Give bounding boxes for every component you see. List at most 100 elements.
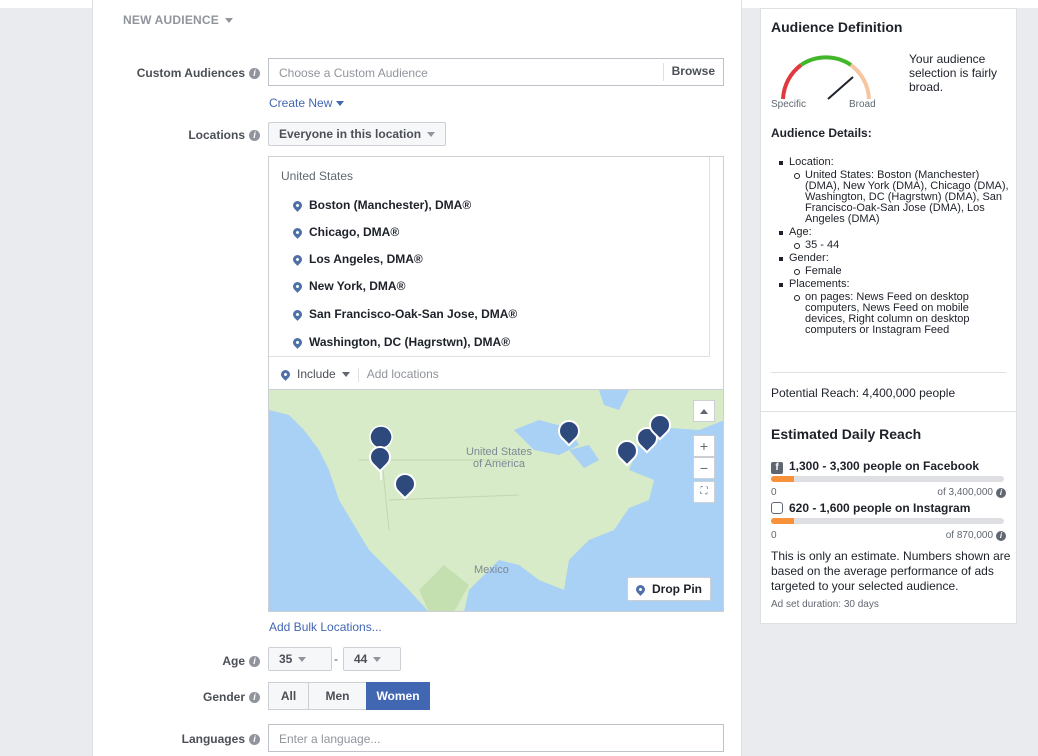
age-label: Age i [222, 654, 260, 668]
location-item[interactable]: Los Angeles, DMA® [291, 252, 423, 266]
age-max-value: 44 [354, 652, 368, 666]
gender-men-button[interactable]: Men [308, 682, 367, 710]
info-icon[interactable]: i [249, 656, 260, 668]
instagram-max-text: of 870,000 [945, 530, 993, 541]
info-icon[interactable]: i [249, 734, 260, 746]
ad-set-duration: Ad set duration: 30 days [771, 599, 879, 610]
age-label-text: Age [222, 654, 245, 668]
divider [771, 372, 1006, 373]
add-locations-input[interactable]: Add locations [367, 367, 439, 381]
divider [761, 411, 1016, 412]
facebook-reach-bar [771, 476, 1004, 482]
location-item[interactable]: San Francisco-Oak-San Jose, DMA® [291, 307, 518, 321]
zoom-in-button[interactable]: + [693, 435, 715, 457]
language-input[interactable]: Enter a language... [268, 724, 724, 752]
info-icon[interactable]: i [249, 130, 260, 142]
location-type-dropdown[interactable]: Everyone in this location [268, 122, 447, 146]
info-icon[interactable]: i [249, 692, 260, 704]
location-pin-icon [279, 368, 292, 381]
location-item-label: Boston (Manchester), DMA® [309, 198, 472, 212]
facebook-reach: f 1,300 - 3,300 people on Facebook [771, 459, 979, 474]
location-type-value: Everyone in this location [279, 127, 422, 141]
info-icon[interactable]: i [996, 531, 1006, 541]
location-pin-icon [291, 280, 304, 293]
location-item[interactable]: Chicago, DMA® [291, 225, 400, 239]
detail-age-label: Age: [775, 227, 1011, 238]
location-item-label: Chicago, DMA® [309, 225, 400, 239]
location-pin-icon [291, 226, 304, 239]
chevron-down-icon[interactable] [341, 372, 350, 378]
map-label-mexico: Mexico [474, 564, 509, 576]
location-item[interactable]: Boston (Manchester), DMA® [291, 198, 472, 212]
gauge-specific-label: Specific [771, 99, 807, 110]
create-new-link[interactable]: Create New [269, 96, 345, 110]
age-min-dropdown[interactable]: 35 [268, 647, 332, 671]
instagram-reach-bar-fill [771, 518, 795, 524]
facebook-max: of 3,400,000 i [937, 487, 1006, 498]
gender-all-button[interactable]: All [268, 682, 309, 710]
info-icon[interactable]: i [249, 68, 260, 80]
section-title[interactable]: NEW AUDIENCE [123, 13, 233, 27]
chevron-down-icon [427, 132, 436, 138]
location-item-label: Washington, DC (Hagrstwn), DMA® [309, 335, 511, 349]
age-separator: - [334, 652, 338, 666]
instagram-reach-text: 620 - 1,600 people on Instagram [789, 501, 971, 515]
divider [357, 367, 359, 382]
drop-pin-label: Drop Pin [652, 582, 702, 596]
chevron-down-icon [224, 18, 233, 24]
map-collapse-button[interactable] [693, 400, 715, 422]
age-max-dropdown[interactable]: 44 [343, 647, 401, 671]
map-label-us-line2: of America [473, 458, 525, 470]
facebook-icon: f [771, 462, 783, 474]
add-bulk-locations-link[interactable]: Add Bulk Locations... [269, 620, 382, 634]
audience-summary-panel: Audience Definition Specific Broad Your … [760, 8, 1017, 624]
info-icon[interactable]: i [996, 488, 1006, 498]
location-item[interactable]: New York, DMA® [291, 279, 406, 293]
drop-pin-button[interactable]: Drop Pin [627, 577, 711, 601]
chevron-up-icon [700, 408, 708, 414]
language-placeholder: Enter a language... [279, 732, 381, 746]
facebook-min: 0 [771, 487, 777, 498]
include-dropdown[interactable]: Include [297, 367, 336, 381]
location-pin-icon [291, 308, 304, 321]
estimated-daily-reach-title: Estimated Daily Reach [771, 426, 922, 442]
location-country: United States [281, 169, 354, 183]
include-row: Include Add locations [279, 367, 439, 382]
facebook-reach-text: 1,300 - 3,300 people on Facebook [789, 459, 980, 473]
audience-definition-title: Audience Definition [771, 19, 903, 35]
section-title-label: NEW AUDIENCE [123, 13, 219, 27]
map-label-us-line1: United States [465, 446, 533, 458]
zoom-out-button[interactable]: − [693, 457, 715, 479]
location-list: United States Boston (Manchester), DMA® … [269, 157, 711, 357]
detail-location-value: United States: Boston (Manchester) (DMA)… [775, 170, 1011, 225]
location-item-label: San Francisco-Oak-San Jose, DMA® [309, 307, 518, 321]
gender-label: Gender i [203, 690, 260, 704]
languages-label-text: Languages [181, 732, 245, 746]
audience-details-title: Audience Details: [771, 126, 872, 140]
custom-audiences-label-text: Custom Audiences [136, 66, 245, 80]
detail-placements-label: Placements: [775, 279, 1011, 290]
fullscreen-button[interactable]: ⛶ [693, 481, 715, 503]
detail-age-value: 35 - 44 [775, 240, 1011, 251]
chevron-down-icon [373, 657, 382, 663]
location-pin-icon [291, 253, 304, 266]
instagram-min: 0 [771, 530, 777, 541]
audience-gauge-icon [781, 55, 871, 100]
custom-audience-input[interactable]: Choose a Custom Audience Browse [268, 58, 724, 86]
location-item-label: New York, DMA® [309, 279, 406, 293]
locations-label-text: Locations [188, 128, 245, 142]
location-list-scrollbar[interactable] [709, 157, 723, 357]
detail-gender-value: Female [775, 266, 1011, 277]
age-min-value: 35 [279, 652, 293, 666]
gender-women-button[interactable]: Women [366, 682, 430, 710]
instagram-reach: 620 - 1,600 people on Instagram [771, 501, 970, 515]
audience-details-list: Location: United States: Boston (Manches… [775, 157, 1011, 338]
location-map[interactable]: United States of America Mexico + − ⛶ Dro… [268, 390, 724, 612]
create-new-label: Create New [269, 96, 333, 110]
location-item[interactable]: Washington, DC (Hagrstwn), DMA® [291, 335, 511, 349]
browse-button[interactable]: Browse [662, 63, 723, 81]
instagram-max: of 870,000 i [946, 530, 1006, 541]
gauge-broad-label: Broad [849, 99, 876, 110]
facebook-max-text: of 3,400,000 [937, 487, 993, 498]
location-pin-icon [291, 336, 304, 349]
